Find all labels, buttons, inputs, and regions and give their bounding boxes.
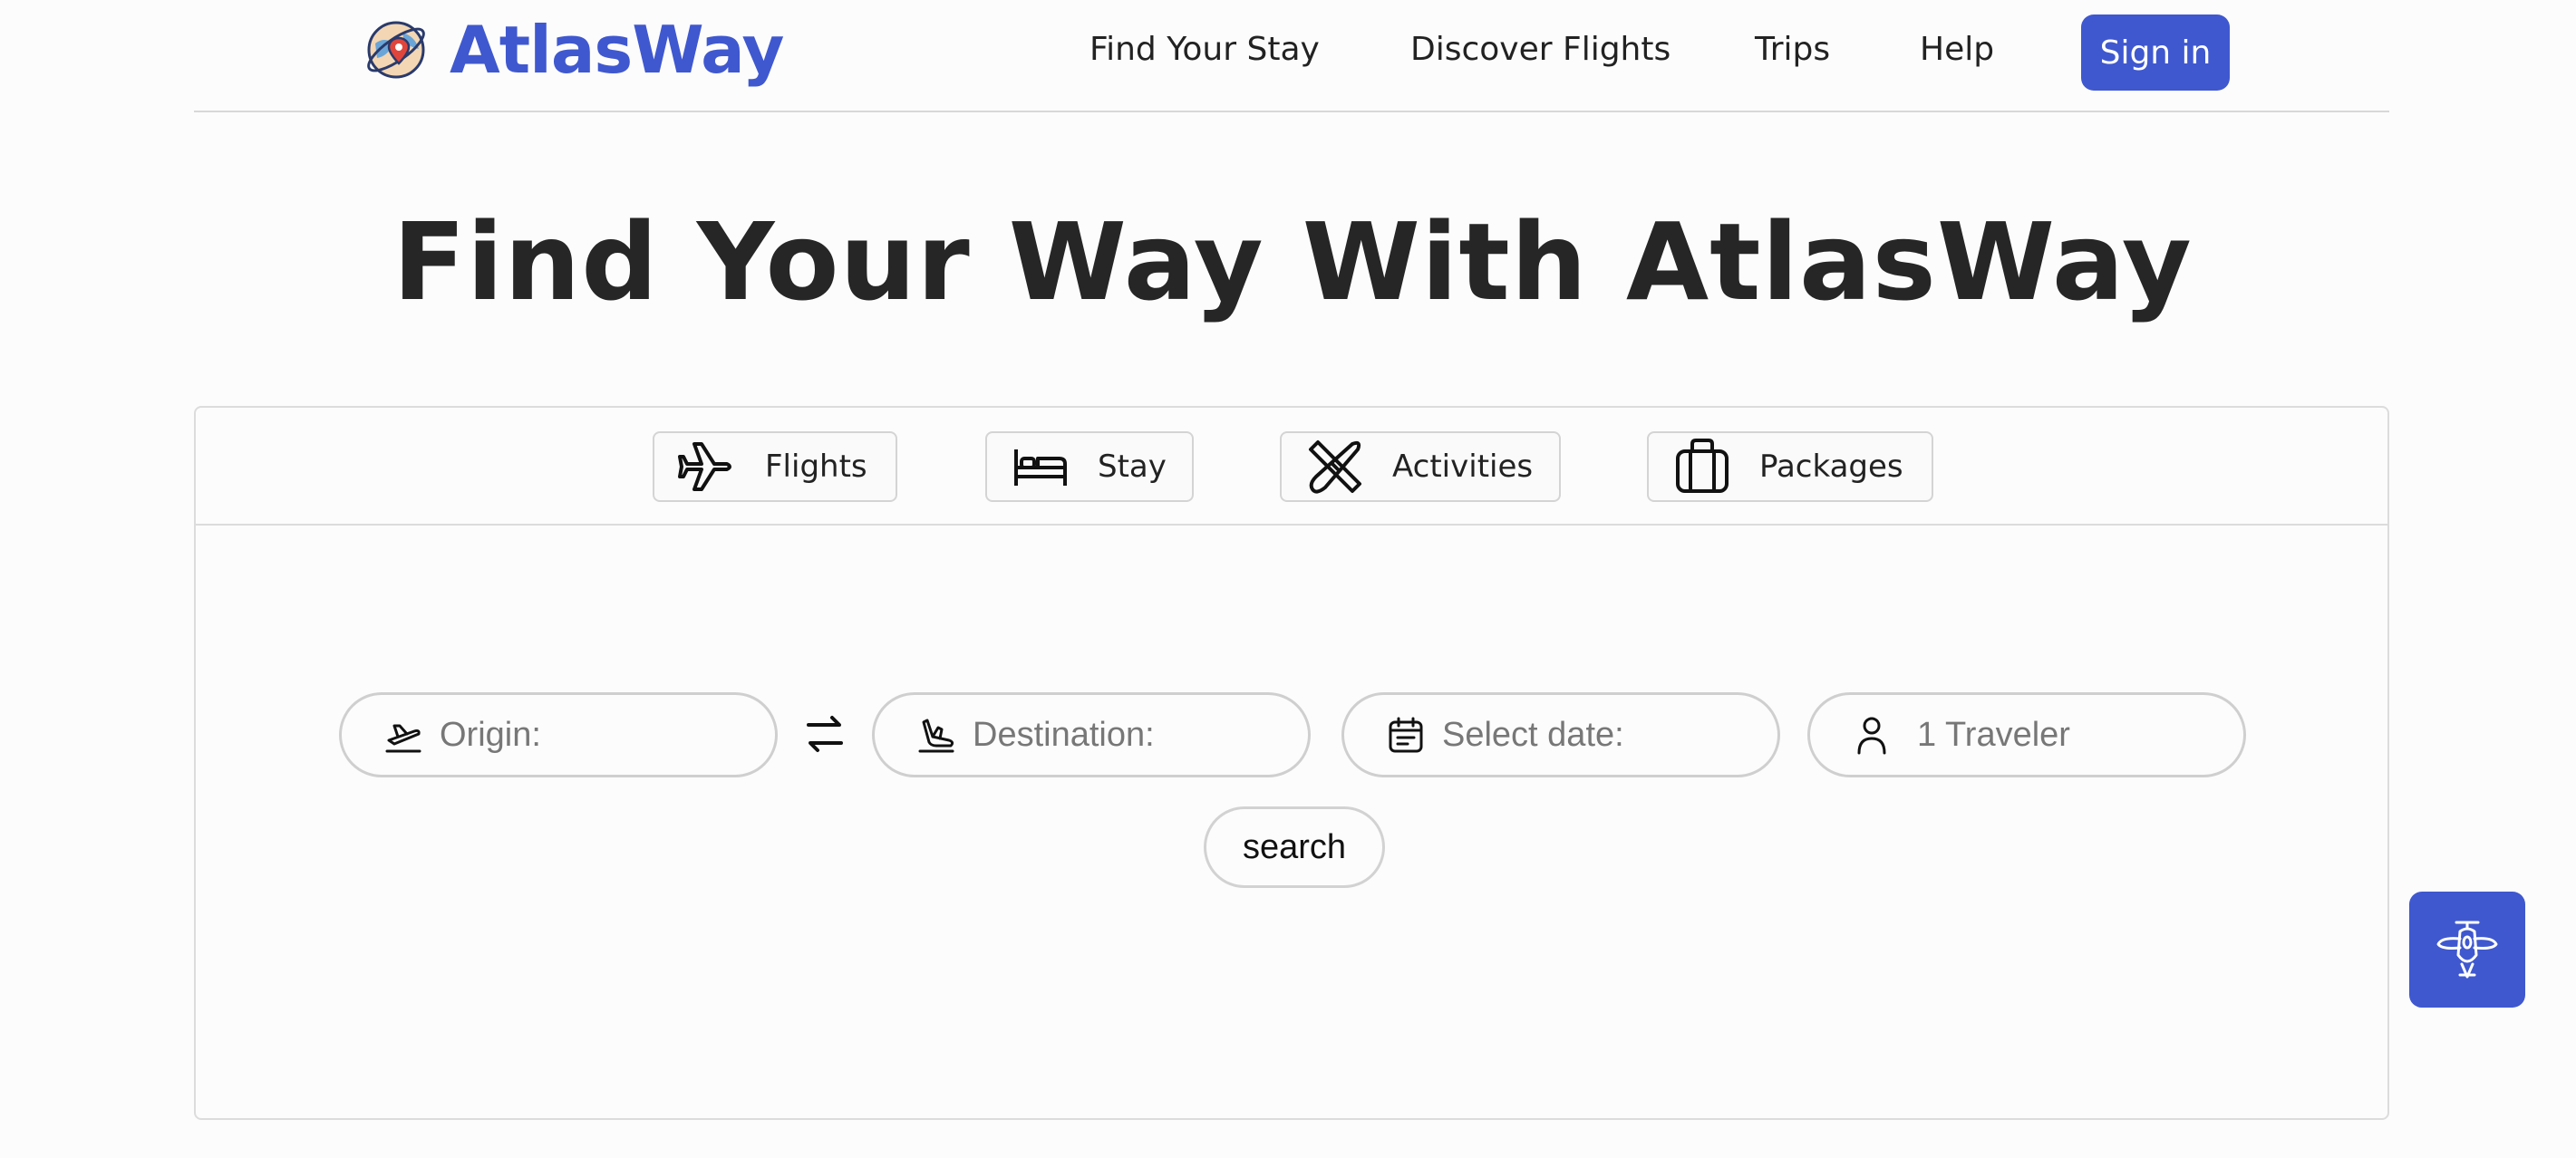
destination-field[interactable]: Destination: [872,692,1311,777]
brand-name: AtlasWay [450,12,784,88]
brand-logo[interactable]: AtlasWay [363,12,784,88]
airplane-assistant-icon [2436,921,2498,979]
assistant-fab[interactable] [2409,892,2525,1008]
landing-icon [918,719,954,753]
kayak-icon [1309,440,1361,494]
nav-discover-flights[interactable]: Discover Flights [1410,31,1671,68]
page: AtlasWay Find Your Stay Discover Flights… [0,0,2576,1158]
tab-packages-label: Packages [1759,449,1903,485]
nav-trips[interactable]: Trips [1755,31,1830,68]
bed-icon [1014,449,1067,486]
origin-field[interactable]: Origin: [339,692,778,777]
nav-help[interactable]: Help [1920,31,1994,68]
swap-arrows-icon[interactable] [803,712,847,756]
search-button[interactable]: search [1204,806,1385,888]
nav-find-your-stay[interactable]: Find Your Stay [1089,31,1320,68]
date-field[interactable]: Select date: [1341,692,1780,777]
takeoff-icon [385,724,421,753]
date-placeholder: Select date: [1442,715,1624,754]
person-icon [1857,717,1886,755]
sign-in-button[interactable]: Sign in [2081,14,2230,91]
tab-stay[interactable]: Stay [985,431,1194,502]
globe-pin-icon [367,21,425,79]
tab-packages[interactable]: Packages [1647,431,1933,502]
tab-activities-label: Activities [1392,449,1534,485]
search-card: Flights Stay Activities Packages Origin:… [194,406,2389,1120]
tab-stay-label: Stay [1098,449,1167,485]
airplane-icon [678,442,731,491]
calendar-icon [1389,717,1423,753]
search-tabs: Flights Stay Activities Packages [196,408,2387,526]
tab-flights-label: Flights [765,449,867,485]
travelers-value: 1 Traveler [1917,715,2070,754]
page-title: Find Your Way With AtlasWay [392,199,2193,324]
destination-placeholder: Destination: [973,715,1155,754]
travelers-field[interactable]: 1 Traveler [1807,692,2246,777]
luggage-icon [1676,439,1729,493]
tab-activities[interactable]: Activities [1280,431,1561,502]
origin-placeholder: Origin: [440,715,541,754]
site-header: AtlasWay Find Your Stay Discover Flights… [194,0,2389,112]
tab-flights[interactable]: Flights [653,431,897,502]
